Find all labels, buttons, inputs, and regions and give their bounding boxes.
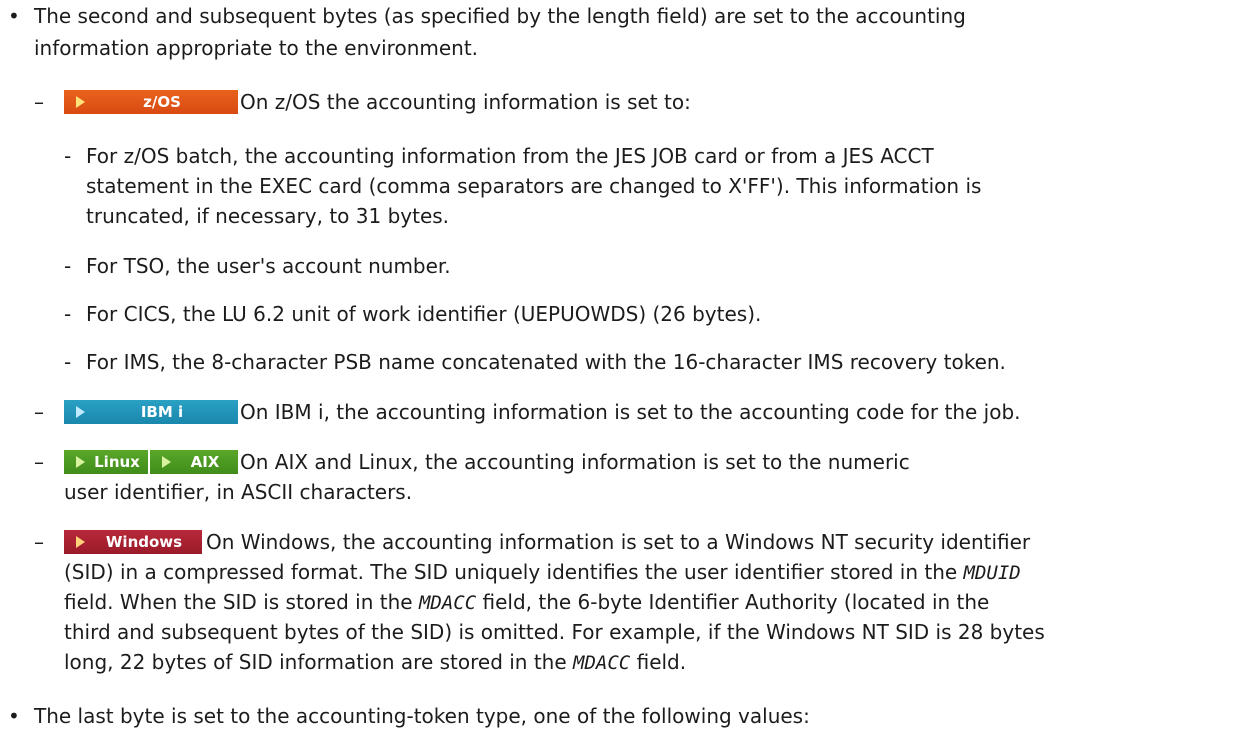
hyphen-marker: - (64, 254, 72, 278)
windows-line4: third and subsequent bytes of the SID) i… (64, 620, 1045, 644)
windows-line2-text: (SID) in a compressed format. The SID un… (64, 560, 958, 584)
ibmi-text: On IBM i, the accounting information is … (240, 400, 1021, 424)
linux-badge-label: Linux (94, 453, 140, 471)
windows-line5-pre: long, 22 bytes of SID information are st… (64, 650, 567, 674)
bullet-marker: • (8, 704, 20, 728)
zos-item2: For TSO, the user's account number. (86, 254, 451, 278)
zos-badge: z/OS (64, 90, 238, 114)
bullet-marker: • (8, 4, 20, 28)
field-mdacc: MDACC (573, 652, 631, 674)
ibmi-badge: IBM i (64, 400, 238, 424)
dash-marker: – (34, 530, 44, 554)
play-icon (76, 96, 85, 108)
windows-line1: On Windows, the accounting information i… (206, 530, 1031, 554)
zos-item1-line3: truncated, if necessary, to 31 bytes. (86, 204, 450, 228)
ibmi-badge-label: IBM i (140, 403, 184, 421)
windows-line3-pre: field. When the SID is stored in the (64, 590, 413, 614)
zos-intro: On z/OS the accounting information is se… (240, 90, 691, 114)
play-icon (76, 456, 85, 468)
field-mdacc: MDACC (418, 592, 477, 614)
windows-line5-post: field. (636, 650, 687, 674)
aix-badge-label: AIX (190, 453, 220, 471)
windows-line5: long, 22 bytes of SID information are st… (64, 648, 686, 677)
dash-marker: – (34, 450, 44, 474)
dash-marker: – (34, 90, 44, 114)
unix-line2: user identifier, in ASCII characters. (64, 480, 413, 504)
field-mduid: MDUID (963, 562, 1021, 584)
zos-badge-label: z/OS (143, 93, 181, 111)
windows-line2: (SID) in a compressed format. The SID un… (64, 558, 1021, 587)
para2-line1: The last byte is set to the accounting-t… (34, 704, 810, 728)
windows-badge: Windows (64, 530, 202, 554)
hyphen-marker: - (64, 144, 72, 168)
hyphen-marker: - (64, 302, 72, 326)
play-icon (76, 406, 85, 418)
zos-item3: For CICS, the LU 6.2 unit of work identi… (86, 302, 762, 326)
para1-line2: information appropriate to the environme… (34, 36, 479, 60)
aix-badge: AIX (150, 450, 238, 474)
zos-item1-line1: For z/OS batch, the accounting informati… (86, 144, 934, 168)
play-icon (76, 536, 85, 548)
play-icon (162, 456, 171, 468)
windows-line3-tail: field, the 6-byte Identifier Authority (… (482, 590, 990, 614)
windows-badge-label: Windows (105, 533, 183, 551)
hyphen-marker: - (64, 350, 72, 374)
para1-line1: The second and subsequent bytes (as spec… (34, 4, 966, 28)
unix-line1: On AIX and Linux, the accounting informa… (240, 450, 910, 474)
zos-item1-line2: statement in the EXEC card (comma separa… (86, 174, 982, 198)
zos-item4: For IMS, the 8-character PSB name concat… (86, 350, 1006, 374)
linux-badge: Linux (64, 450, 148, 474)
dash-marker: – (34, 400, 44, 424)
windows-line3: field. When the SID is stored in the MDA… (64, 588, 989, 617)
